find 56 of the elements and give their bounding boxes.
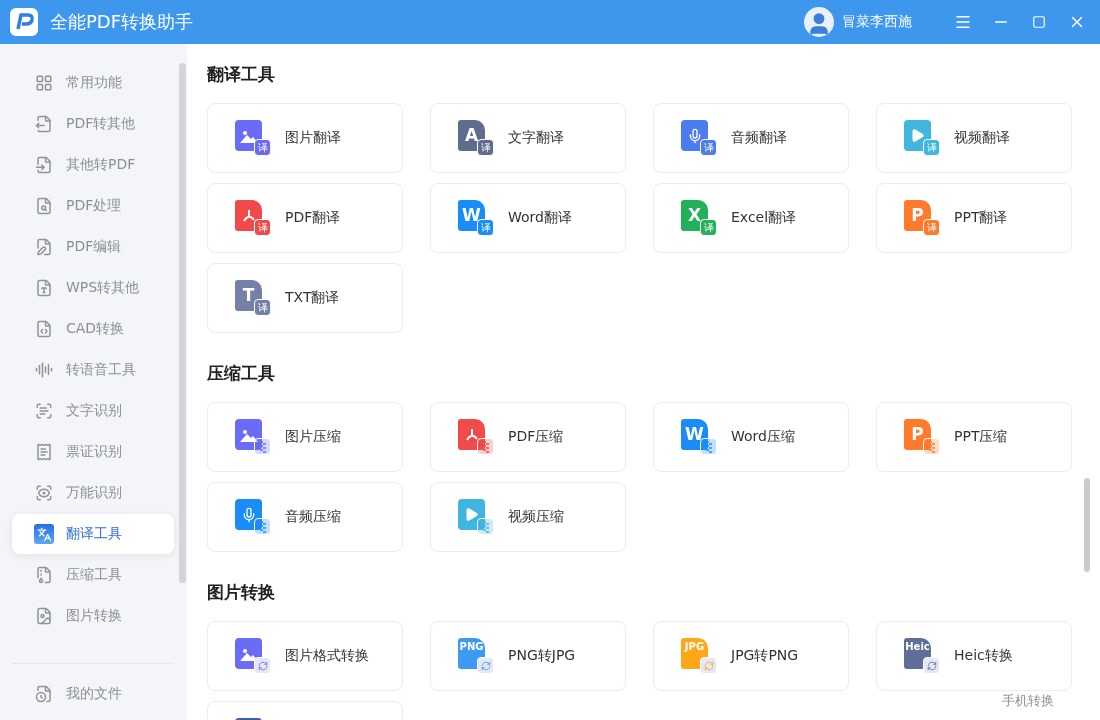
tool-card[interactable]: 音频压缩 — [207, 482, 403, 552]
scan-eye-icon — [34, 483, 54, 503]
zipper-icon — [477, 438, 494, 455]
audio-lines-icon — [34, 360, 54, 380]
tool-card[interactable]: W Word压缩 — [653, 402, 849, 472]
sidebar-item[interactable]: 翻译工具 — [12, 514, 174, 554]
zipper-icon — [254, 518, 271, 535]
file-export-icon — [34, 114, 54, 134]
receipt-icon — [34, 442, 54, 462]
scrollbar[interactable] — [179, 63, 186, 583]
translate-icon — [34, 524, 54, 544]
tool-card[interactable]: JPG JPG转PNG — [653, 621, 849, 691]
file-code-icon — [34, 319, 54, 339]
badge-label: 译 — [254, 139, 271, 156]
file-pen-icon — [34, 237, 54, 257]
tool-card[interactable]: 图片格式转换 — [207, 621, 403, 691]
app-title: 全能PDF转换助手 — [50, 10, 195, 34]
zipper-icon — [254, 438, 271, 455]
refresh-icon — [477, 657, 494, 674]
file-clock-icon — [34, 684, 54, 704]
file-image-icon — [34, 606, 54, 626]
app-logo — [10, 8, 38, 36]
tool-card[interactable]: P PPT压缩 — [876, 402, 1072, 472]
archive-icon — [34, 565, 54, 585]
zipper-icon — [477, 518, 494, 535]
section-title: 图片转换 — [207, 581, 276, 604]
avatar-icon[interactable] — [804, 7, 834, 37]
file-type-icon — [34, 278, 54, 298]
scrollbar[interactable] — [1084, 478, 1090, 572]
tool-card[interactable]: 视频压缩 — [430, 482, 626, 552]
tool-card[interactable]: 译 PDF翻译 — [207, 183, 403, 253]
tool-card[interactable]: 译 图片翻译 — [207, 103, 403, 173]
zipper-icon — [700, 438, 717, 455]
tool-card[interactable]: 图片压缩 — [207, 402, 403, 472]
section-title: 压缩工具 — [207, 362, 276, 385]
file-import-icon — [34, 155, 54, 175]
maximize-icon[interactable] — [1030, 13, 1048, 31]
file-search-icon — [34, 196, 54, 216]
badge-label: 译 — [923, 139, 940, 156]
letter-file-icon: W — [681, 419, 708, 450]
badge-label: 译 — [254, 219, 271, 236]
tool-card[interactable]: PDF压缩 — [430, 402, 626, 472]
letter-file-icon: P — [904, 419, 931, 450]
tool-card[interactable]: PNG PNG转JPG — [430, 621, 626, 691]
section-title: 翻译工具 — [207, 63, 276, 86]
menu-icon[interactable] — [954, 13, 972, 31]
badge-label: 译 — [700, 139, 717, 156]
refresh-icon — [923, 657, 940, 674]
grid-icon — [34, 73, 54, 93]
refresh-icon — [254, 657, 271, 674]
scan-text-icon — [34, 401, 54, 421]
zipper-icon — [923, 438, 940, 455]
tool-card[interactable]: Heic Heic转换 — [876, 621, 1072, 691]
tool-card[interactable]: 译 视频翻译 — [876, 103, 1072, 173]
refresh-icon — [700, 657, 717, 674]
tool-card[interactable]: 译 音频翻译 — [653, 103, 849, 173]
